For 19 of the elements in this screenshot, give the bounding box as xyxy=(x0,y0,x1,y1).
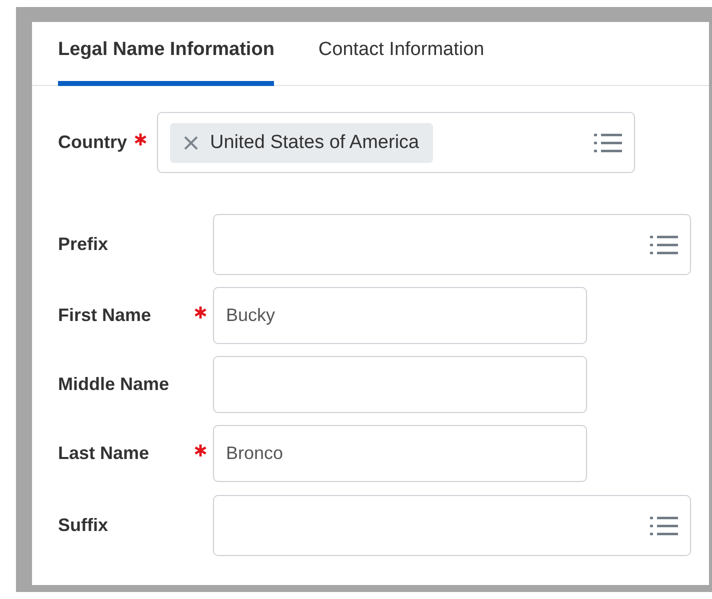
list-icon[interactable] xyxy=(594,132,622,154)
select-field[interactable] xyxy=(213,214,691,275)
list-icon[interactable] xyxy=(650,514,678,536)
select-field[interactable] xyxy=(213,495,691,556)
field-label: Last Name xyxy=(58,443,150,464)
text-field[interactable] xyxy=(213,356,587,413)
tab[interactable]: Legal Name Information xyxy=(58,22,274,86)
field-label: First Name xyxy=(58,305,152,326)
field-label: Middle Name xyxy=(58,374,170,395)
tab[interactable]: Contact Information xyxy=(318,22,484,86)
selected-chip[interactable]: United States of America xyxy=(170,122,434,162)
field-label: Country xyxy=(58,132,127,153)
field-label: Prefix xyxy=(58,234,110,255)
field-label: Suffix xyxy=(58,515,110,536)
country-field[interactable]: United States of America xyxy=(157,112,635,173)
list-icon[interactable] xyxy=(650,234,678,256)
remove-icon[interactable] xyxy=(184,136,198,150)
text-field[interactable]: Bronco xyxy=(213,425,587,482)
text-field[interactable]: Bucky xyxy=(213,287,587,344)
